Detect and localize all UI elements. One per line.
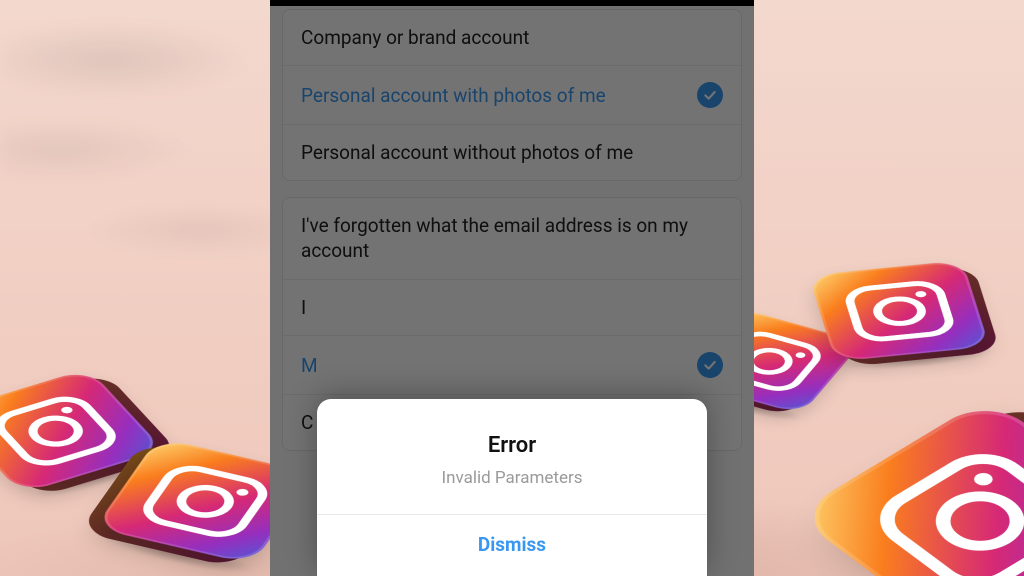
phone-screen: Company or brand account Personal accoun… xyxy=(270,0,754,576)
dismiss-button[interactable]: Dismiss xyxy=(317,515,707,576)
instagram-tile-icon xyxy=(808,260,989,361)
phone-content: Company or brand account Personal accoun… xyxy=(270,6,754,576)
dialog-title: Error xyxy=(317,399,707,468)
stage: Company or brand account Personal accoun… xyxy=(0,0,1024,576)
instagram-tile-icon xyxy=(793,396,1024,576)
error-dialog: Error Invalid Parameters Dismiss xyxy=(317,399,707,576)
dialog-message: Invalid Parameters xyxy=(317,468,707,514)
